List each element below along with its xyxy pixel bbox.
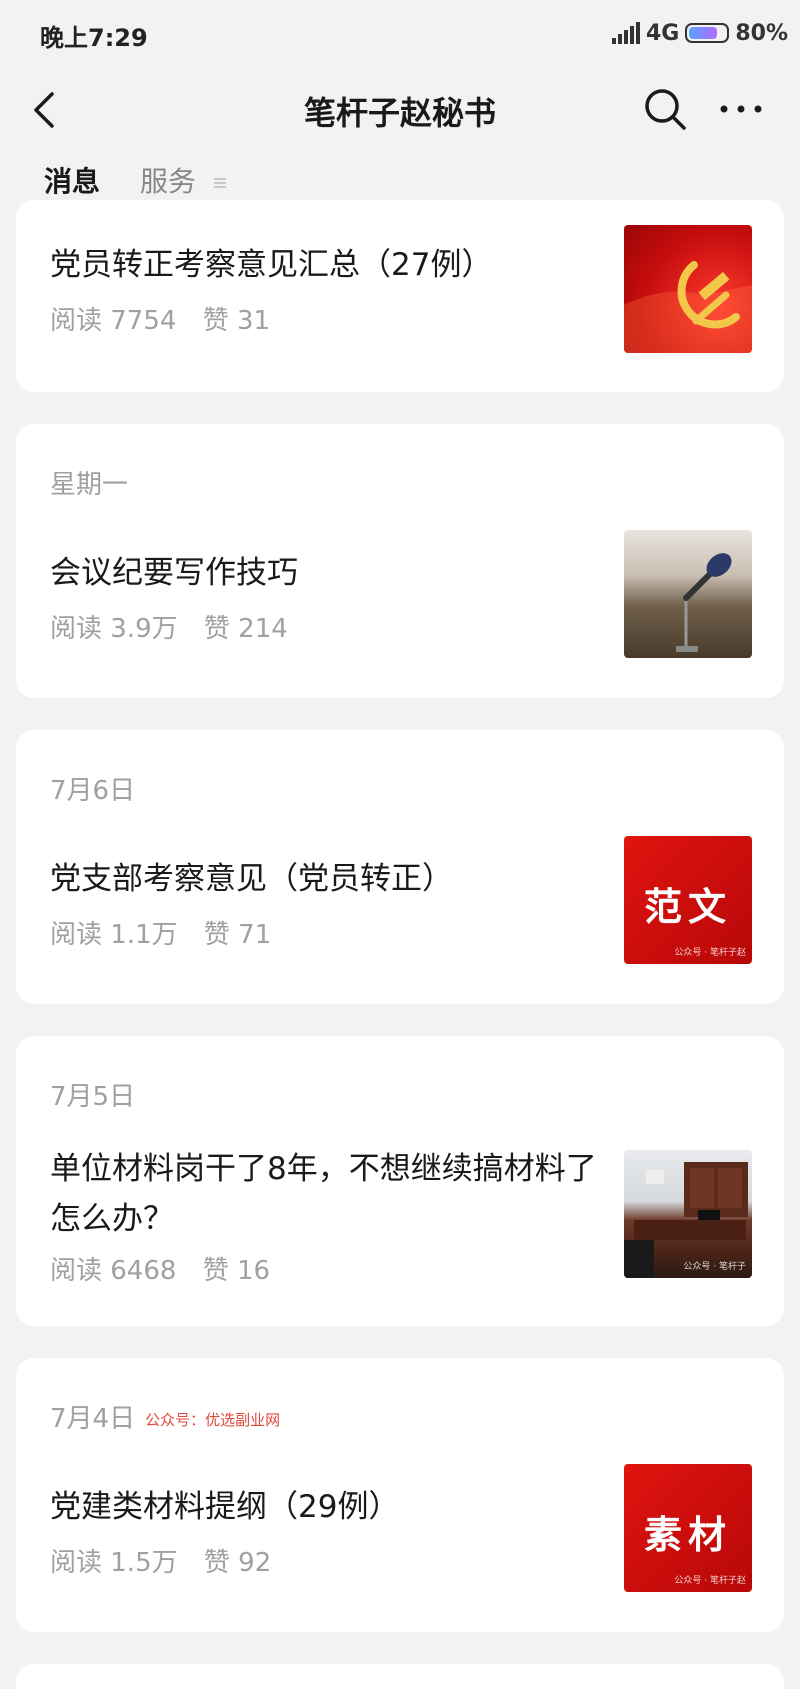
article-date: 7月6日 bbox=[50, 776, 136, 806]
like-count: 赞 71 bbox=[203, 920, 272, 950]
article-thumbnail: 公众号 · 笔杆子 bbox=[624, 1150, 752, 1278]
like-count: 赞 214 bbox=[203, 614, 288, 644]
read-count: 阅读 7754 bbox=[50, 306, 177, 336]
battery-icon bbox=[685, 23, 730, 43]
network-type: 4G bbox=[645, 20, 680, 46]
search-icon[interactable] bbox=[642, 86, 688, 132]
like-count: 赞 92 bbox=[203, 1548, 272, 1578]
article-card[interactable] bbox=[16, 1664, 784, 1689]
read-count: 阅读 1.5万 bbox=[50, 1548, 178, 1578]
article-card[interactable]: 党员转正考察意见汇总（27例） 阅读 7754 赞 31 bbox=[16, 200, 784, 392]
article-date: 星期一 bbox=[50, 470, 129, 500]
status-time: 晚上7:29 bbox=[40, 24, 148, 52]
article-title: 党建类材料提纲（29例） bbox=[50, 1489, 400, 1525]
article-stats: 阅读 1.5万 赞 92 bbox=[50, 1542, 289, 1579]
article-title: 会议纪要写作技巧 bbox=[50, 555, 298, 591]
article-date-text: 7月4日 bbox=[50, 1404, 136, 1434]
status-indicators: 4G 80% bbox=[611, 18, 788, 48]
thumbnail-watermark: 公众号 · 笔杆子 bbox=[683, 1262, 746, 1272]
article-stats: 阅读 3.9万 赞 214 bbox=[50, 608, 306, 645]
tab-messages-label: 消息 bbox=[44, 165, 101, 198]
more-options-icon[interactable] bbox=[716, 86, 766, 132]
article-date: 7月5日 bbox=[50, 1082, 136, 1112]
article-thumbnail: 素材 公众号 · 笔杆子赵 bbox=[624, 1464, 752, 1592]
thumbnail-text: 素材 bbox=[643, 1512, 732, 1557]
tab-messages[interactable]: 消息 bbox=[42, 160, 103, 206]
party-emblem-icon bbox=[624, 261, 752, 353]
navigation-bar: 笔杆子赵秘书 bbox=[0, 66, 800, 156]
article-card[interactable]: 7月4日 公众号：优选副业网 党建类材料提纲（29例） 阅读 1.5万 赞 92 … bbox=[16, 1358, 784, 1632]
article-title: 党支部考察意见（党员转正） bbox=[50, 861, 453, 897]
article-thumbnail bbox=[624, 225, 752, 353]
read-count: 阅读 1.1万 bbox=[50, 920, 178, 950]
article-card[interactable]: 7月6日 党支部考察意见（党员转正） 阅读 1.1万 赞 71 范文 公众号 ·… bbox=[16, 730, 784, 1004]
thumbnail-watermark: 公众号 · 笔杆子赵 bbox=[674, 1576, 746, 1586]
read-count: 阅读 6468 bbox=[50, 1256, 177, 1286]
article-date: 7月4日 公众号：优选副业网 bbox=[50, 1398, 280, 1435]
signal-icon bbox=[611, 22, 640, 44]
thumbnail-watermark: 公众号 · 笔杆子赵 bbox=[674, 948, 746, 958]
battery-percent: 80% bbox=[735, 20, 788, 46]
article-title: 党员转正考察意见汇总（27例） bbox=[50, 247, 493, 283]
status-bar: 晚上7:29 4G 80% bbox=[0, 0, 800, 66]
article-thumbnail: 范文 公众号 · 笔杆子赵 bbox=[624, 836, 752, 964]
article-stats: 阅读 1.1万 赞 71 bbox=[50, 914, 289, 951]
tab-services-label: 服务 bbox=[140, 165, 197, 198]
like-count: 赞 16 bbox=[202, 1256, 271, 1286]
article-card[interactable]: 7月5日 单位材料岗干了8年，不想继续搞材料了怎么办？ 阅读 6468 赞 16… bbox=[16, 1036, 784, 1326]
article-stats: 阅读 6468 赞 16 bbox=[50, 1250, 288, 1287]
article-title: 单位材料岗干了8年，不想继续搞材料了怎么办？ bbox=[50, 1151, 597, 1237]
microphone-icon bbox=[676, 553, 732, 652]
article-thumbnail bbox=[624, 530, 752, 658]
read-count: 阅读 3.9万 bbox=[50, 614, 178, 644]
watermark-text: 公众号：优选副业网 bbox=[145, 1411, 281, 1429]
like-count: 赞 31 bbox=[202, 306, 271, 336]
menu-lines-icon bbox=[213, 178, 226, 188]
article-stats: 阅读 7754 赞 31 bbox=[50, 300, 288, 337]
tab-services[interactable]: 服务 bbox=[140, 160, 227, 200]
article-card[interactable]: 星期一 会议纪要写作技巧 阅读 3.9万 赞 214 bbox=[16, 424, 784, 698]
thumbnail-text: 范文 bbox=[643, 884, 732, 929]
